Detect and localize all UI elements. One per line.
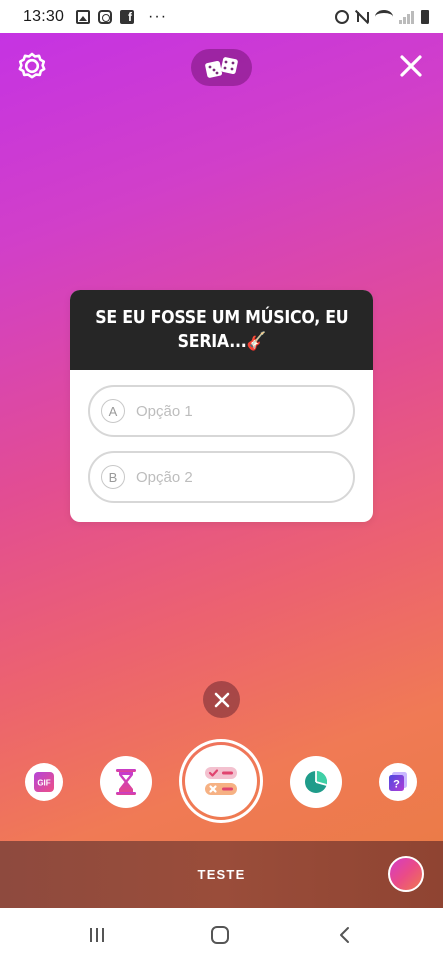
gif-icon: GIF [34, 772, 54, 792]
wifi-icon [375, 9, 393, 24]
poll-question-line2: SERIA... [177, 331, 247, 352]
option-letter-b: B [101, 465, 125, 489]
close-icon [400, 55, 422, 77]
capture-button-inner [185, 745, 257, 817]
facebook-icon: f [120, 9, 135, 24]
recent-apps-button[interactable] [82, 920, 112, 950]
story-canvas[interactable]: SE EU FOSSE UM MÚSICO, EU SERIA...🎸 A Op… [0, 33, 443, 841]
home-button[interactable] [205, 920, 235, 950]
status-time: 13:30 [23, 7, 65, 25]
question-icon: ? [389, 772, 407, 791]
dice-icon [204, 56, 238, 78]
dice-button[interactable] [191, 49, 252, 86]
back-button[interactable] [330, 920, 360, 950]
signal-icon [399, 10, 415, 24]
poll-question-header[interactable]: SE EU FOSSE UM MÚSICO, EU SERIA...🎸 [70, 290, 373, 370]
settings-button[interactable] [18, 52, 46, 80]
gallery-icon [76, 9, 91, 24]
status-left: 13:30 f ··· [23, 8, 167, 26]
option-a-placeholder: Opção 1 [136, 402, 193, 420]
hourglass-icon [116, 769, 136, 795]
option-b-placeholder: Opção 2 [136, 468, 193, 486]
close-button[interactable] [397, 52, 425, 80]
instagram-icon [98, 9, 113, 24]
gif-label: GIF [37, 779, 50, 788]
poll-option-a[interactable]: A Opção 1 [88, 385, 355, 437]
alarm-icon [335, 9, 349, 24]
gear-icon [18, 52, 46, 79]
countdown-button[interactable] [100, 756, 152, 808]
caption-label[interactable]: TESTE [198, 867, 246, 882]
option-letter-a: A [101, 399, 125, 423]
question-label: ? [393, 779, 400, 791]
guitar-icon: 🎸 [246, 331, 266, 352]
gif-button[interactable]: GIF [25, 763, 63, 801]
status-right [335, 9, 429, 24]
more-notifications-icon: ··· [148, 7, 168, 25]
profile-avatar-button[interactable] [388, 856, 424, 892]
recent-apps-icon [90, 928, 104, 942]
mute-icon [355, 10, 369, 24]
poll-options: A Opção 1 B Opção 2 [70, 370, 373, 503]
caption-bar: TESTE [0, 841, 443, 908]
poll-question-line1: SE EU FOSSE UM MÚSICO, EU [94, 307, 349, 328]
chart-icon [305, 771, 328, 793]
home-icon [211, 926, 229, 944]
poll-sticker[interactable]: SE EU FOSSE UM MÚSICO, EU SERIA...🎸 A Op… [70, 290, 373, 522]
close-icon [214, 692, 229, 707]
quiz-button[interactable] [290, 756, 342, 808]
questions-button[interactable]: ? [379, 763, 417, 801]
status-bar: 13:30 f ··· [0, 0, 443, 33]
poll-sticker-capture-button[interactable] [179, 739, 263, 823]
back-icon [340, 927, 349, 943]
poll-icon [205, 767, 237, 795]
remove-sticker-button[interactable] [203, 681, 240, 718]
android-nav-bar [0, 908, 443, 960]
poll-option-b[interactable]: B Opção 2 [88, 451, 355, 503]
poll-question[interactable]: SE EU FOSSE UM MÚSICO, EU SERIA...🎸 [95, 306, 348, 354]
battery-icon [421, 9, 429, 24]
